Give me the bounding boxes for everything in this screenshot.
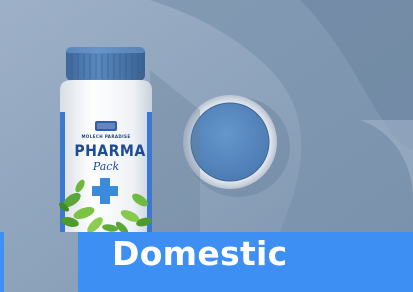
category-label[interactable]: Domestic — [112, 234, 288, 273]
label-title: PHARMA — [74, 141, 146, 160]
label-brand: MOLECH PARADISE — [81, 135, 131, 140]
label-subtitle: Pack — [92, 160, 120, 173]
product-card[interactable]: MOLECH PARADISE PHARMA Pack Domestic — [0, 0, 413, 292]
left-accent-bar — [0, 232, 4, 292]
